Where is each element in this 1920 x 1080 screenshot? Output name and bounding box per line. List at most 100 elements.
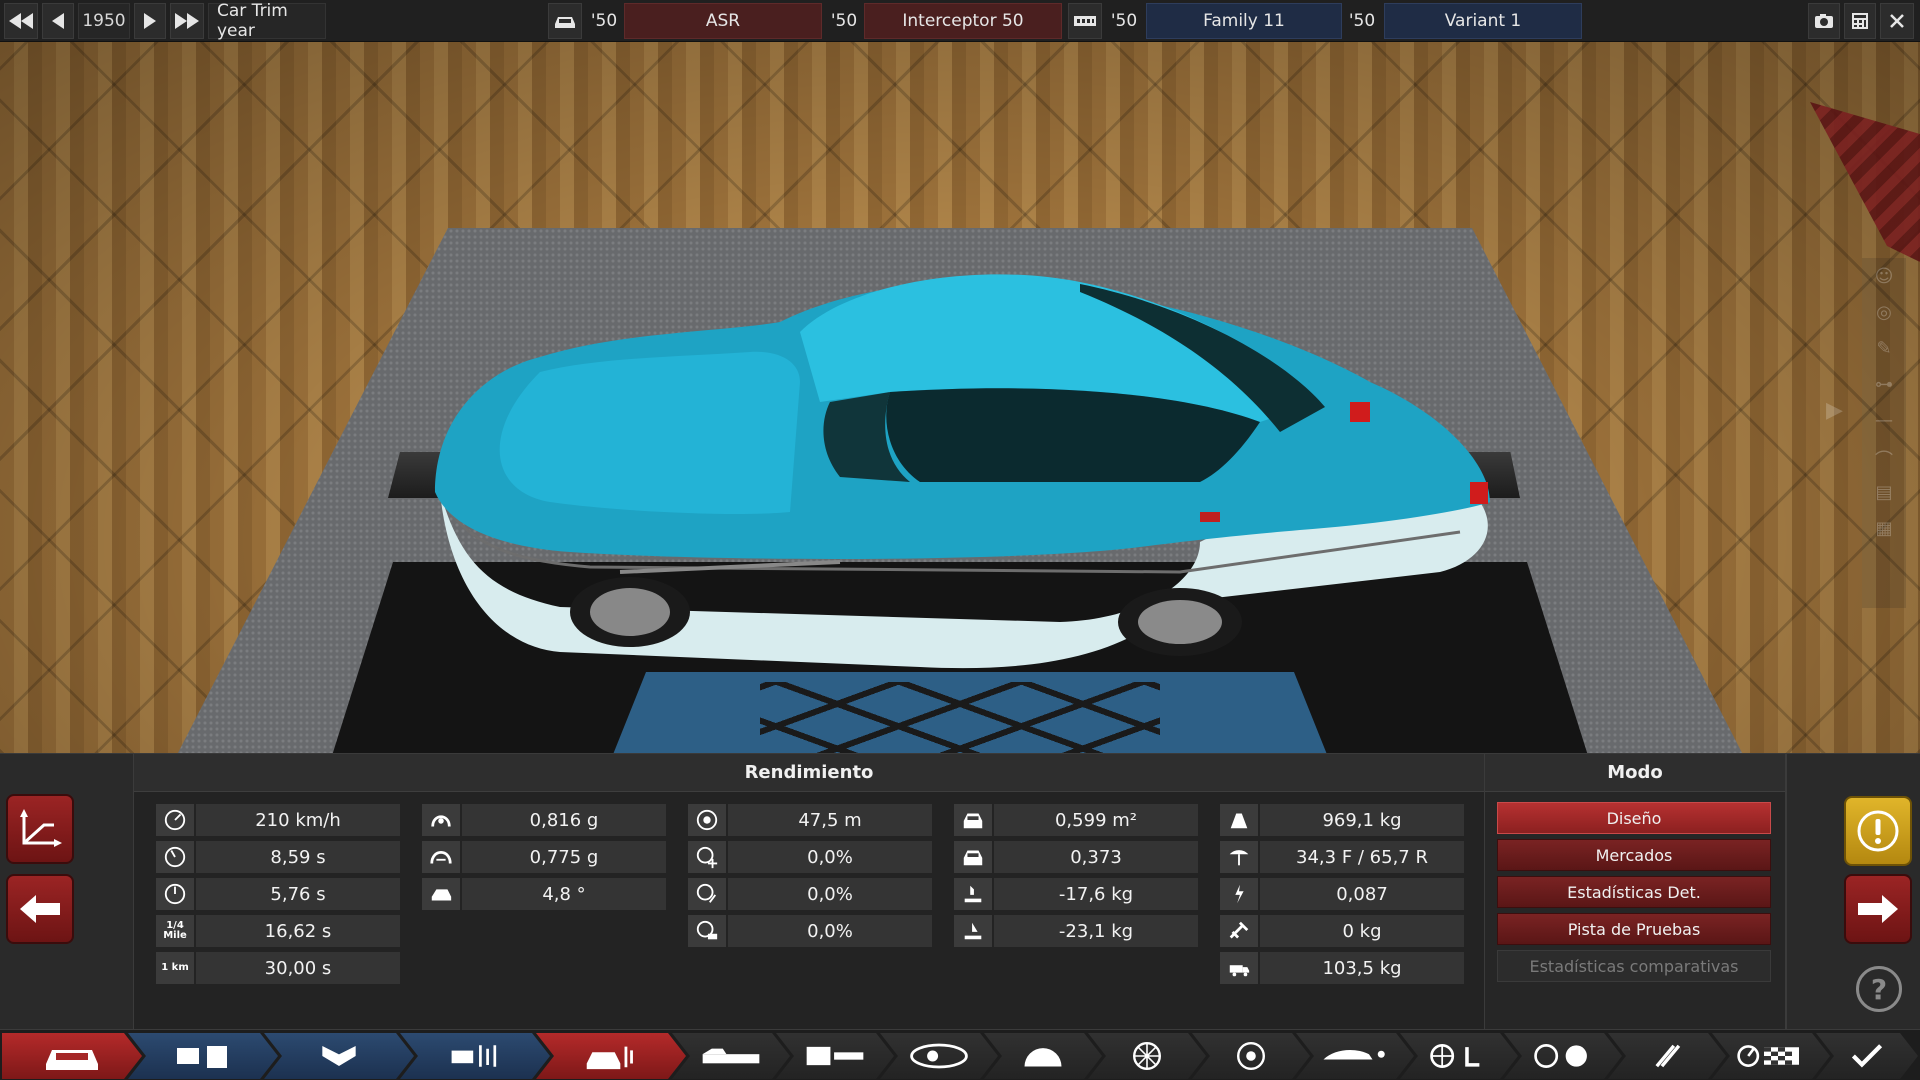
gearbox-icon xyxy=(1532,1040,1594,1072)
weight-distribution-icon xyxy=(1220,841,1258,873)
calculator-button[interactable] xyxy=(1844,3,1876,39)
warnings-button[interactable] xyxy=(1844,796,1912,866)
expand-panel-arrow[interactable]: ▶ xyxy=(1826,398,1843,423)
test-track-icon xyxy=(1736,1040,1806,1072)
tab-suspension[interactable] xyxy=(776,1033,894,1079)
car-model xyxy=(435,274,1490,669)
axis-reset-icon xyxy=(20,809,62,847)
mode-panel: Modo Diseño Mercados Estadísticas Det. P… xyxy=(1484,754,1786,1030)
stat-value: 969,1 kg xyxy=(1260,804,1464,836)
one-km-icon: 1 km xyxy=(156,952,194,984)
cornering-low-speed-icon xyxy=(422,804,460,836)
suspension-icon xyxy=(803,1040,867,1072)
towing-weight-icon xyxy=(1220,915,1258,947)
variant-year: '50 xyxy=(1348,11,1376,31)
tab-engine-variant[interactable] xyxy=(264,1033,414,1079)
camera-reset-button[interactable] xyxy=(6,794,74,864)
next-button[interactable] xyxy=(1844,874,1912,944)
tab-wheels[interactable] xyxy=(1192,1033,1310,1079)
mode-test-track-button[interactable]: Pista de Pruebas xyxy=(1497,913,1771,945)
engine-variant-icon xyxy=(314,1040,364,1072)
prev-year-button[interactable] xyxy=(42,3,74,39)
car-3d-viewport[interactable]: ▶ ☺ ◎ ✎ ⊶ — ⌒ ▤ ▦ xyxy=(0,42,1920,753)
lift-icon[interactable]: ▤ xyxy=(1873,482,1895,508)
mode-comparative-stats-button[interactable]: Estadísticas comparativas xyxy=(1497,950,1771,982)
stat-value: 0,775 g xyxy=(462,841,666,873)
mode-title: Modo xyxy=(1485,754,1785,792)
tab-chassis[interactable] xyxy=(672,1033,790,1079)
tab-drivetrain[interactable] xyxy=(1400,1033,1518,1079)
stat-row: 0,599 m² xyxy=(954,804,1198,836)
tab-interior[interactable] xyxy=(1088,1033,1206,1079)
tab-car-trim[interactable] xyxy=(536,1033,686,1079)
help-button[interactable]: ? xyxy=(1856,966,1902,1012)
stat-row: 0,0% xyxy=(688,841,932,873)
wheel-view-icon[interactable]: ◎ xyxy=(1873,302,1895,328)
year-display[interactable]: 1950 xyxy=(78,3,130,39)
frontal-area-icon xyxy=(954,804,992,836)
tab-fixtures[interactable] xyxy=(984,1033,1102,1079)
tab-gearbox[interactable] xyxy=(1504,1033,1622,1079)
model-icon-button[interactable] xyxy=(548,3,582,39)
tab-finish[interactable] xyxy=(1816,1033,1918,1079)
model-name[interactable]: ASR xyxy=(624,3,822,39)
engine-family-icon xyxy=(173,1040,233,1072)
drivetrain-icon xyxy=(1428,1040,1490,1072)
stat-value: 8,59 s xyxy=(196,841,400,873)
stat-row: 47,5 m xyxy=(688,804,932,836)
stat-row: 0,0% xyxy=(688,878,932,910)
stat-row: 34,3 F / 65,7 R xyxy=(1220,841,1464,873)
tab-engine-tuning[interactable] xyxy=(400,1033,550,1079)
engine-name[interactable]: Interceptor 50 xyxy=(864,3,1062,39)
family-name[interactable]: Family 11 xyxy=(1146,3,1342,39)
camera-icon xyxy=(1815,14,1833,28)
stat-value: 210 km/h xyxy=(196,804,400,836)
line-icon[interactable]: — xyxy=(1873,410,1895,436)
driver-icon[interactable]: ☺ xyxy=(1873,266,1895,292)
engine-year: '50 xyxy=(830,11,858,31)
arrow-right-icon xyxy=(1858,895,1898,923)
car-side-icon[interactable]: ⌒ xyxy=(1873,446,1895,472)
mode-detailed-stats-button[interactable]: Estadísticas Det. xyxy=(1497,876,1771,908)
acceleration-100-icon xyxy=(156,841,194,873)
tab-car-model[interactable] xyxy=(2,1033,142,1079)
body-icon xyxy=(907,1040,971,1072)
grid-icon[interactable]: ▦ xyxy=(1873,518,1895,544)
top-speed-icon xyxy=(156,804,194,836)
tab-test-track[interactable] xyxy=(1712,1033,1830,1079)
close-button[interactable] xyxy=(1880,3,1914,39)
variant-name[interactable]: Variant 1 xyxy=(1384,3,1582,39)
stat-row: 1 km 30,00 s xyxy=(156,952,400,984)
family-icon-button[interactable] xyxy=(1068,3,1102,39)
stat-row: 8,59 s xyxy=(156,841,400,873)
mode-markets-button[interactable]: Mercados xyxy=(1497,839,1771,871)
aerodynamics-icon xyxy=(1320,1040,1390,1072)
stat-value: 0 kg xyxy=(1260,915,1464,947)
first-year-button[interactable] xyxy=(4,3,38,39)
next-year-button[interactable] xyxy=(134,3,166,39)
tab-body[interactable] xyxy=(880,1033,998,1079)
trim-year-label: Car Trim year xyxy=(208,1,326,41)
paint-icon[interactable]: ✎ xyxy=(1873,338,1895,364)
tab-engine-family[interactable] xyxy=(128,1033,278,1079)
cornering-high-speed-icon xyxy=(422,841,460,873)
fixtures-icon xyxy=(1021,1040,1065,1072)
stat-row: 5,76 s xyxy=(156,878,400,910)
stat-row: 0,816 g xyxy=(422,804,666,836)
stat-row: 969,1 kg xyxy=(1220,804,1464,836)
left-controls xyxy=(0,754,134,1030)
stat-value: -23,1 kg xyxy=(994,915,1198,947)
stat-row: 0,0% xyxy=(688,915,932,947)
tab-exhaust[interactable] xyxy=(1608,1033,1726,1079)
body-roll-icon xyxy=(422,878,460,910)
mode-design-button[interactable]: Diseño xyxy=(1497,802,1771,834)
toggle-icon[interactable]: ⊶ xyxy=(1873,374,1895,400)
wheels-icon xyxy=(1234,1040,1268,1072)
stat-row: 0,373 xyxy=(954,841,1198,873)
back-button[interactable] xyxy=(6,874,74,944)
bottom-panel: Rendimiento 210 km/h 8,59 s 5,76 s 1/4 Mile… xyxy=(0,753,1920,1030)
last-year-button[interactable] xyxy=(170,3,204,39)
screenshot-button[interactable] xyxy=(1808,3,1840,39)
quarter-mile-icon: 1/4 Mile xyxy=(156,915,194,947)
tab-brakes[interactable] xyxy=(1296,1033,1414,1079)
